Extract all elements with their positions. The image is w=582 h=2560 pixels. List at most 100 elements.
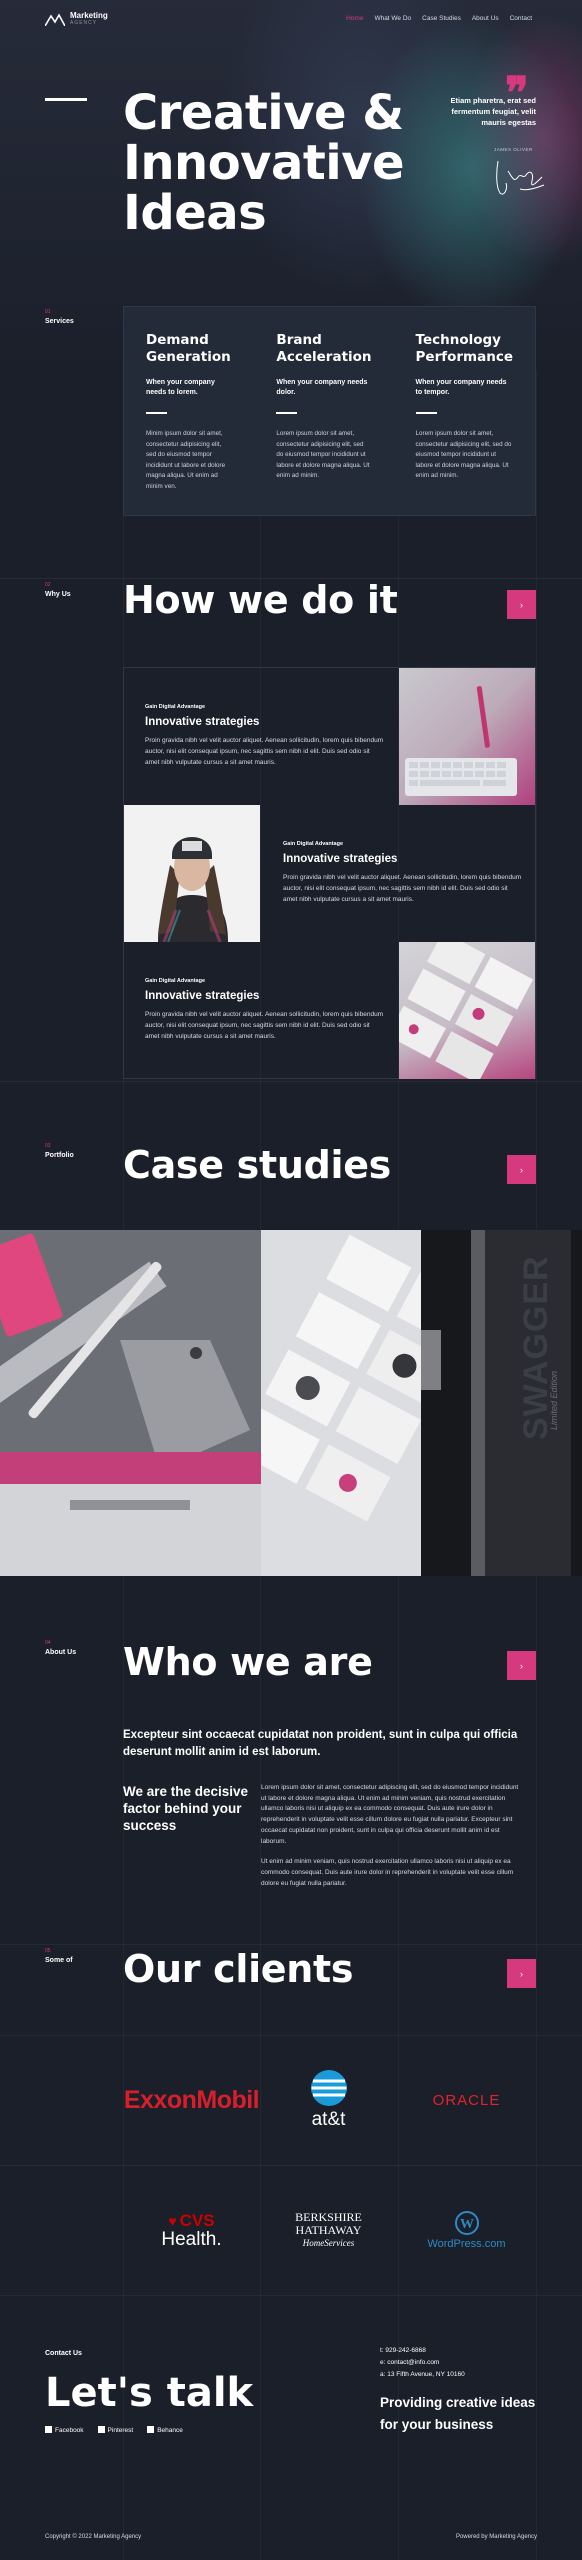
client-logo-cvs[interactable]: ♥ CVS Health. — [123, 2170, 260, 2290]
heart-icon: ♥ — [168, 2213, 177, 2229]
signature-image — [496, 160, 545, 195]
case-gallery: SWAGGER Limited Edition — [0, 1230, 582, 1576]
att-globe-icon — [310, 2070, 347, 2106]
berkshire-sub: HomeServices — [302, 2237, 355, 2248]
brochures-illustration — [261, 1230, 421, 1576]
portfolio-label: Portfolio — [45, 1152, 74, 1159]
how-kicker: Gain Digital Advantage — [145, 978, 206, 984]
hero-quote: Etiam pharetra, erat sed fermentum feugi… — [450, 96, 536, 127]
contact-phone[interactable]: t: 929-242-6868 — [380, 2345, 465, 2357]
cases-title: Case studies — [123, 1143, 392, 1187]
clients-title: Our clients — [123, 1947, 354, 1991]
about-number: 04 — [45, 1640, 51, 1646]
services-card: Demand Generation When your company need… — [123, 306, 536, 516]
contact-address: a: 13 Fifth Avenue, NY 10160 — [380, 2371, 465, 2378]
services-number: 01 — [45, 309, 51, 315]
cvs-health: Health. — [161, 2229, 222, 2250]
about-next-button[interactable]: › — [507, 1651, 536, 1680]
section-divider — [0, 2295, 582, 2296]
service-body: Lorem ipsum dolor sit amet, consectetur … — [276, 430, 370, 479]
copyright: Copyright © 2022 Marketing Agency — [45, 2534, 142, 2540]
how-next-button[interactable]: › — [507, 590, 536, 619]
how-row: Gain Digital Advantage Innovative strate… — [124, 805, 535, 942]
portfolio-number: 03 — [45, 1143, 51, 1149]
exxon-wordmark: ExxonMobil — [123, 2085, 260, 2114]
social-pinterest[interactable]: Pinterest — [97, 2426, 133, 2434]
main-nav: Home What We Do Case Studies About Us Co… — [346, 15, 532, 22]
services-label: Services — [45, 318, 74, 325]
footer-slogan: Providing creative ideas for your busine… — [380, 2395, 536, 2432]
social-links: Facebook Pinterest Behance — [45, 2426, 183, 2434]
nav-what-we-do[interactable]: What We Do — [374, 15, 411, 22]
logo-subtitle: AGENCY — [70, 20, 98, 26]
service-body: Minim ipsum dolor sit amet, consectetur … — [146, 430, 226, 490]
case-image-bottle[interactable]: SWAGGER Limited Edition — [421, 1230, 582, 1576]
about-paragraph: Ut enim ad minim veniam, quis nostrud ex… — [261, 1858, 514, 1887]
nav-contact[interactable]: Contact — [510, 15, 532, 22]
client-logo-berkshire[interactable]: BERKSHIRE HATHAWAY HomeServices — [260, 2170, 397, 2290]
nav-about-us[interactable]: About Us — [472, 15, 499, 22]
hero-title: Creative & Innovative Ideas — [123, 88, 405, 238]
chevron-right-icon: › — [520, 1164, 523, 1175]
contact-details: t: 929-242-6868 e: contact@info.com a: 1… — [380, 2345, 465, 2381]
social-facebook[interactable]: Facebook — [45, 2426, 84, 2434]
about-paragraph: Lorem ipsum dolor sit amet, consectetur … — [261, 1784, 519, 1845]
social-behance[interactable]: Behance — [147, 2426, 183, 2434]
logo-title: Marketing — [70, 11, 108, 20]
wordpress-icon: W — [454, 2210, 479, 2235]
clients-number: 05 — [45, 1948, 51, 1954]
footer-title: Let's talk — [45, 2370, 254, 2416]
how-title: How we do it — [123, 578, 398, 622]
oracle-wordmark: ORACLE — [432, 2091, 501, 2109]
how-kicker: Gain Digital Advantage — [145, 704, 206, 710]
how-kicker: Gain Digital Advantage — [283, 841, 344, 847]
how-row: Gain Digital Advantage Innovative strate… — [124, 942, 535, 1079]
how-item-body: Proin gravida nibh vel velit auctor aliq… — [283, 874, 522, 903]
att-wordmark: at&t — [311, 2109, 346, 2130]
keyboard-illustration — [405, 686, 517, 796]
service-item: Brand Acceleration When your company nee… — [254, 307, 393, 515]
client-logo-oracle[interactable]: ORACLE — [398, 2040, 535, 2160]
section-divider — [0, 1081, 582, 1082]
client-logo-att[interactable]: at&t — [260, 2040, 397, 2160]
chevron-right-icon: › — [520, 1660, 523, 1671]
how-text: Gain Digital Advantage Innovative strate… — [145, 978, 385, 1042]
pinterest-icon — [97, 2426, 105, 2433]
case-image-brochures[interactable] — [261, 1230, 421, 1576]
contact-email[interactable]: e: contact@info.com — [380, 2357, 465, 2369]
how-item-title: Innovative strategies — [145, 716, 260, 728]
service-title: Technology Performance — [415, 332, 513, 365]
service-body: Lorem ipsum dolor sit amet, consectetur … — [415, 430, 512, 479]
why-us-number: 02 — [45, 582, 51, 588]
how-row: Gain Digital Advantage Innovative strate… — [124, 668, 535, 805]
case-image-desk[interactable] — [0, 1230, 261, 1576]
how-text: Gain Digital Advantage Innovative strate… — [283, 841, 523, 905]
cases-next-button[interactable]: › — [507, 1155, 536, 1184]
nav-case-studies[interactable]: Case Studies — [422, 15, 461, 22]
about-heading: We are the decisive factor behind your s… — [123, 1784, 249, 1833]
chevron-right-icon: › — [520, 599, 523, 610]
client-logo-exxon[interactable]: ExxonMobil — [123, 2040, 260, 2160]
logo[interactable]: Marketing AGENCY — [45, 11, 108, 26]
berkshire-line: BERKSHIRE — [295, 2209, 362, 2224]
clients-next-button[interactable]: › — [507, 1959, 536, 1988]
svg-text:W: W — [460, 2217, 474, 2232]
how-item-body: Proin gravida nibh vel velit auctor aliq… — [145, 1011, 384, 1040]
desk-illustration — [0, 1230, 261, 1576]
nav-home[interactable]: Home — [346, 15, 363, 22]
service-item: Demand Generation When your company need… — [124, 307, 254, 515]
behance-icon — [147, 2426, 155, 2433]
hero-author: JAMES OLIVER — [494, 147, 533, 152]
how-panel: Gain Digital Advantage Innovative strate… — [123, 667, 536, 1079]
service-subtitle: When your company needs dolor. — [276, 379, 368, 396]
about-title: Who we are — [123, 1640, 373, 1684]
client-logo-wordpress[interactable]: W WordPress.com — [398, 2170, 535, 2290]
service-divider — [146, 412, 167, 414]
logo-mountain-icon — [45, 12, 65, 26]
social-label: Behance — [157, 2427, 183, 2434]
how-item-title: Innovative strategies — [145, 990, 260, 1002]
about-label: About Us — [45, 1649, 77, 1656]
service-subtitle: When your company needs to lorem. — [146, 379, 215, 396]
how-item-body: Proin gravida nibh vel velit auctor aliq… — [145, 737, 384, 766]
contact-label: Contact Us — [45, 2350, 82, 2357]
